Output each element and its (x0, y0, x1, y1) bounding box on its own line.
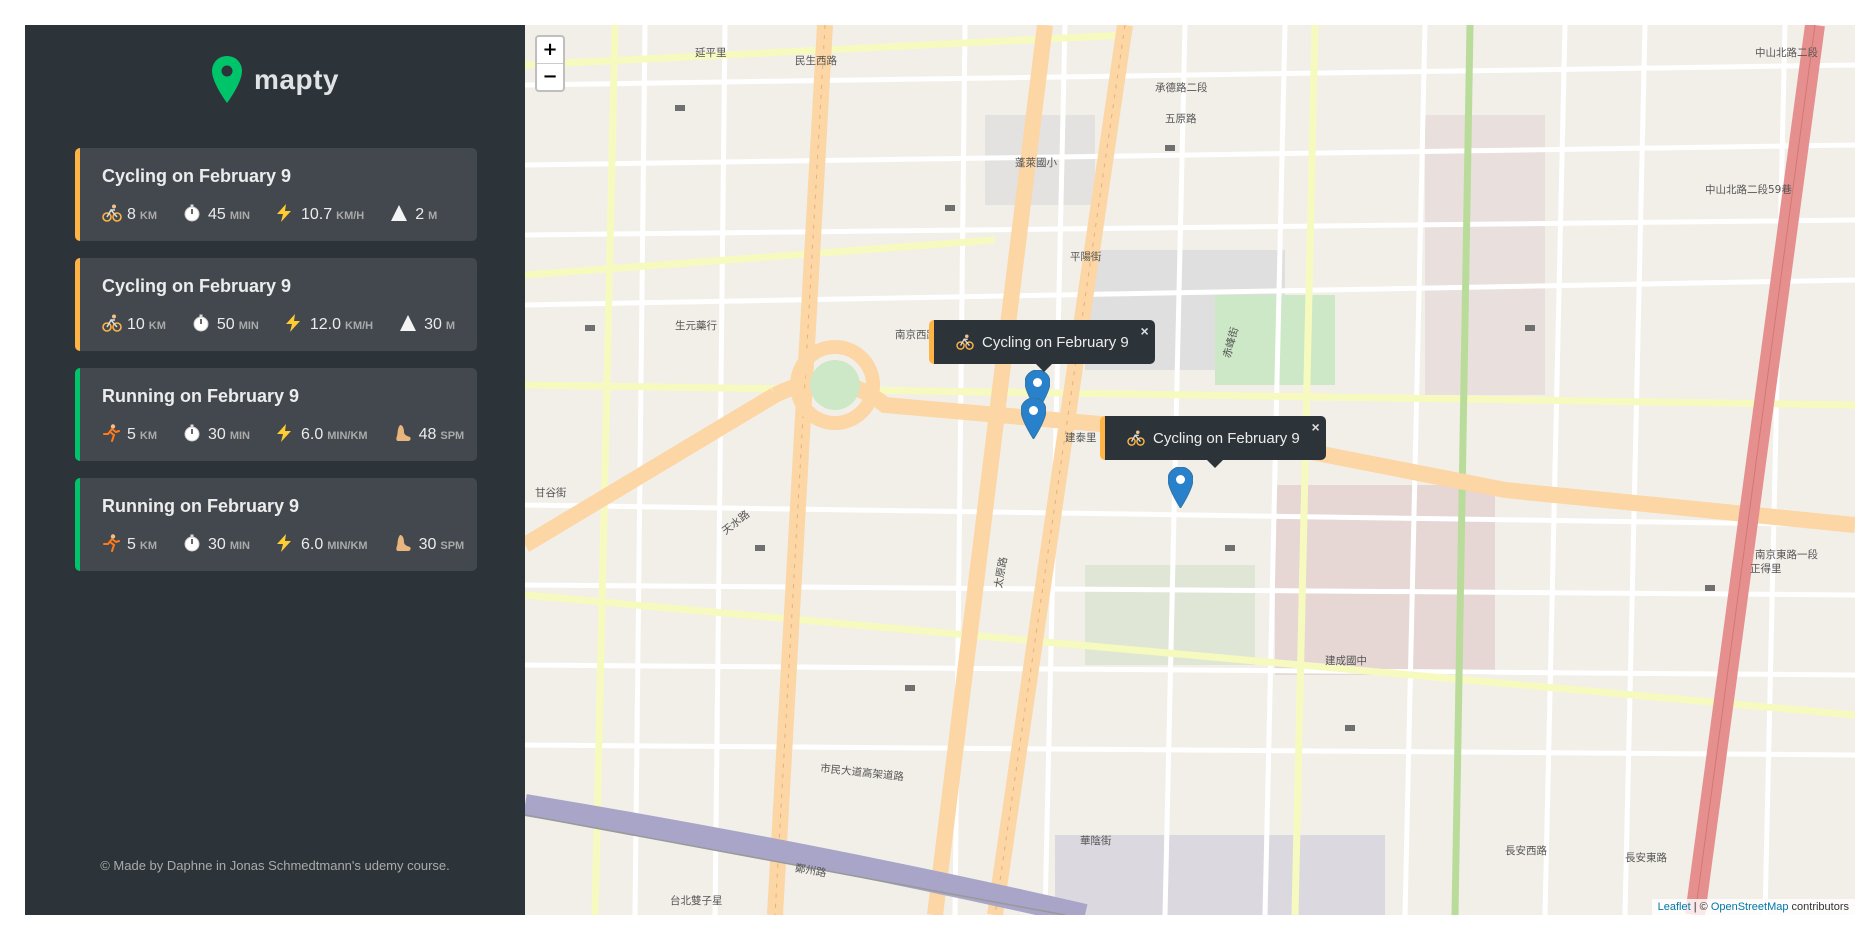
elevation-detail: 30 m (399, 311, 455, 334)
lightning-icon (276, 424, 296, 442)
distance-detail: 5 km (102, 421, 157, 444)
lightning-icon (276, 534, 296, 552)
zoom-in-button[interactable]: + (537, 37, 563, 63)
close-icon[interactable]: × (1141, 323, 1149, 339)
map-label: 長安東路 (1625, 852, 1667, 864)
popup-tip (1206, 459, 1225, 468)
workout-title: Cycling on February 9 (102, 276, 292, 296)
speed-detail: 6.0 min/km (276, 531, 368, 554)
map-label: 中山北路二段59巷 (1705, 184, 1792, 196)
duration-detail: 30 min (183, 421, 250, 444)
map-label: 台北雙子星 (670, 895, 723, 907)
workout-popup[interactable]: Cycling on February 9 × (929, 320, 1155, 372)
osm-link[interactable]: OpenStreetMap (1711, 901, 1789, 913)
copyright: © Made by Daphne in Jonas Schmedtmann's … (100, 858, 450, 873)
stopwatch-icon (192, 314, 212, 332)
map-label: 中山北路二段 (1755, 47, 1818, 59)
app-name: mapty (254, 64, 339, 95)
map-label: 甘谷街 (535, 487, 567, 499)
leaflet-link[interactable]: Leaflet (1658, 901, 1691, 913)
foot-icon (394, 534, 414, 552)
speed-detail: 6.0 min/km (276, 421, 368, 444)
workout-title: Running on February 9 (102, 386, 300, 406)
cadence-detail: 48 spm (394, 421, 464, 444)
map-label: 平陽街 (1070, 251, 1102, 263)
speed-detail: 12.0 km/h (285, 311, 373, 334)
zoom-control: + − (535, 35, 565, 92)
workout-title: Cycling on February 9 (102, 166, 292, 186)
bicycle-icon (956, 334, 974, 350)
map-label: 承德路二段 (1155, 82, 1208, 94)
map-marker-icon[interactable] (1168, 467, 1193, 508)
map-label: 生元藥行 (675, 320, 717, 332)
map[interactable]: 民生西路 南京西路 中山北路二段 承德路二段 市民大道高架道路 台北雙子星 生元… (525, 25, 1855, 915)
stopwatch-icon (183, 424, 203, 442)
workout-list: Cycling on February 9 8 km 45 min 10. (75, 148, 477, 588)
app: mapty Cycling on February 9 8 km 45 min (25, 25, 1855, 915)
popup-tip (1035, 363, 1054, 372)
distance-detail: 5 km (102, 531, 157, 554)
map-label: 建泰里 (1065, 432, 1097, 444)
stopwatch-icon (183, 204, 203, 222)
map-label: 華陰街 (1080, 835, 1112, 847)
zoom-out-button[interactable]: − (537, 63, 563, 90)
map-label: 蓬萊國小 (1015, 157, 1057, 169)
map-marker-icon[interactable] (1021, 398, 1046, 439)
lightning-icon (276, 204, 296, 222)
distance-detail: 8 km (102, 201, 157, 224)
mountain-icon (390, 204, 410, 222)
distance-detail: 10 km (102, 311, 166, 334)
runner-icon (102, 534, 122, 552)
popup-text: Cycling on February 9 (1153, 429, 1300, 447)
map-label: 南京東路一段 (1755, 549, 1818, 561)
logo: mapty (210, 55, 339, 105)
workout-item[interactable]: Running on February 9 5 km 30 min 6.0 (75, 368, 477, 461)
mountain-icon (399, 314, 419, 332)
stopwatch-icon (183, 534, 203, 552)
duration-detail: 45 min (183, 201, 250, 224)
bicycle-icon (102, 204, 122, 222)
workout-item[interactable]: Cycling on February 9 10 km 50 min 12 (75, 258, 477, 351)
bicycle-icon (102, 314, 122, 332)
sidebar: mapty Cycling on February 9 8 km 45 min (25, 25, 525, 915)
runner-icon (102, 424, 122, 442)
duration-detail: 30 min (183, 531, 250, 554)
bicycle-icon (1127, 430, 1145, 446)
map-attribution: Leaflet | © OpenStreetMap contributors (1651, 899, 1855, 915)
close-icon[interactable]: × (1312, 419, 1320, 435)
foot-icon (394, 424, 414, 442)
map-label: 正得里 (1750, 563, 1782, 575)
map-label: 長安西路 (1505, 845, 1547, 857)
map-label: 建成國中 (1325, 655, 1367, 667)
workout-item[interactable]: Cycling on February 9 8 km 45 min 10. (75, 148, 477, 241)
workout-popup[interactable]: Cycling on February 9 × (1100, 416, 1326, 468)
map-label: 民生西路 (795, 55, 837, 67)
popup-text: Cycling on February 9 (982, 333, 1129, 351)
duration-detail: 50 min (192, 311, 259, 334)
workout-item[interactable]: Running on February 9 5 km 30 min 6.0 (75, 478, 477, 571)
map-label: 延平里 (695, 47, 727, 59)
cadence-detail: 30 spm (394, 531, 464, 554)
lightning-icon (285, 314, 305, 332)
speed-detail: 10.7 km/h (276, 201, 364, 224)
location-pin-icon (212, 56, 242, 103)
map-label: 五原路 (1165, 113, 1197, 125)
elevation-detail: 2 m (390, 201, 437, 224)
workout-title: Running on February 9 (102, 496, 300, 516)
